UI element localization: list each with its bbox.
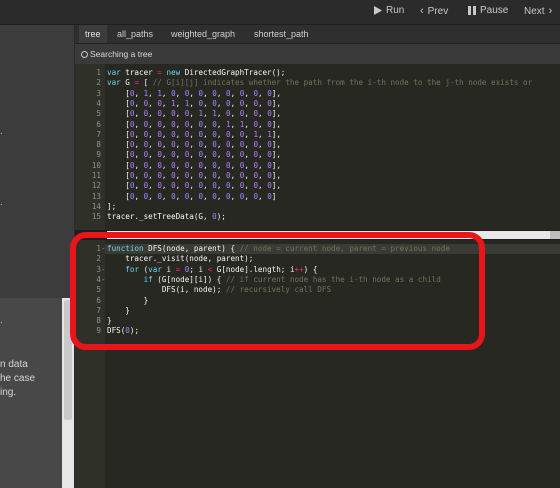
left-panel-marker: . [0, 126, 3, 137]
code-text: [0, 0, 0, 0, 0, 0, 0, 0, 0, 0, 0], [107, 181, 281, 191]
code-line[interactable]: 6 [0, 0, 0, 0, 0, 0, 0, 1, 1, 0, 0], [75, 120, 560, 130]
pause-button[interactable]: Pause [468, 5, 508, 16]
code-line[interactable]: 11 [0, 0, 0, 0, 0, 0, 0, 0, 0, 0, 0], [75, 171, 560, 181]
code-line[interactable]: 3 [0, 1, 1, 0, 0, 0, 0, 0, 0, 0, 0], [75, 89, 560, 99]
description-line: ing. [0, 387, 17, 398]
play-icon [374, 6, 382, 15]
code-text: [0, 0, 0, 0, 0, 0, 0, 0, 0, 0, 0], [107, 140, 281, 150]
tab-weighted-graph[interactable]: weighted_graph [165, 25, 241, 43]
code-text: var tracer = new DirectedGraphTracer(); [107, 68, 286, 77]
code-line[interactable]: 5 [0, 0, 0, 0, 0, 1, 1, 0, 0, 0, 0], [75, 109, 560, 119]
code-line[interactable]: 1 var tracer = new DirectedGraphTracer(); [75, 68, 560, 78]
description-line: he case [0, 373, 36, 384]
code-line[interactable]: 10 [0, 0, 0, 0, 0, 0, 0, 0, 0, 0, 0], [75, 161, 560, 171]
pause-label: Pause [480, 5, 509, 16]
line-number: 13 [91, 191, 101, 201]
code-text: [0, 0, 0, 0, 0, 1, 1, 0, 0, 0, 0], [107, 109, 281, 119]
line-number: 5 [96, 109, 101, 119]
line-number: 2 [96, 78, 101, 88]
code-line[interactable]: 2 var G = [ // G[i][j] indicates whether … [75, 78, 560, 88]
code-text: [0, 0, 0, 0, 0, 0, 0, 0, 0, 0, 0], [107, 150, 281, 160]
code-text: [0, 0, 0, 0, 0, 0, 0, 0, 0, 1, 1], [107, 129, 281, 139]
status-text: Searching a tree [90, 49, 153, 59]
pause-icon [468, 6, 476, 15]
status-bar: Searching a tree [75, 44, 560, 64]
left-panel-marker: . [0, 315, 3, 326]
info-icon [81, 51, 88, 58]
line-number: 14 [91, 201, 101, 211]
code-line[interactable]: 8 [0, 0, 0, 0, 0, 0, 0, 0, 0, 0, 0], [75, 140, 560, 150]
data-editor[interactable]: 1 var tracer = new DirectedGraphTracer();… [75, 64, 560, 230]
run-label: Run [386, 5, 405, 16]
code-line[interactable]: 9 [0, 0, 0, 0, 0, 0, 0, 0, 0, 0, 0], [75, 150, 560, 160]
prev-button[interactable]: ‹ Prev [420, 5, 448, 17]
annotation-highlight-box [70, 232, 485, 350]
code-text: [0, 1, 1, 0, 0, 0, 0, 0, 0, 0, 0], [107, 88, 281, 98]
tab-tree[interactable]: tree [79, 25, 107, 43]
line-number: 7 [96, 129, 101, 139]
code-text: [0, 0, 0, 0, 0, 0, 0, 1, 1, 0, 0], [107, 119, 281, 129]
scrollbar-arrow[interactable] [550, 231, 560, 239]
code-text: [0, 0, 0, 0, 0, 0, 0, 0, 0, 0, 0] [107, 191, 277, 201]
line-number: 1 [96, 68, 101, 77]
code-text: [0, 0, 0, 0, 0, 0, 0, 0, 0, 0, 0], [107, 160, 281, 170]
line-number: 9 [96, 150, 101, 160]
next-button[interactable]: Next › [524, 5, 552, 17]
next-label: Next [524, 5, 545, 17]
code-line[interactable]: 15 tracer._setTreeData(G, 0); [75, 212, 560, 222]
line-number: 10 [91, 160, 101, 170]
line-number: 12 [91, 181, 101, 191]
code-text: [0, 0, 0, 0, 0, 0, 0, 0, 0, 0, 0], [107, 171, 281, 180]
code-text: tracer._setTreeData(G, 0); [107, 212, 226, 222]
prev-label: Prev [427, 5, 449, 17]
code-line[interactable]: 14]; [75, 202, 560, 212]
code-line[interactable]: 4 [0, 0, 0, 1, 1, 0, 0, 0, 0, 0, 0], [75, 99, 560, 109]
code-line[interactable]: 12 [0, 0, 0, 0, 0, 0, 0, 0, 0, 0, 0], [75, 181, 560, 191]
code-line[interactable]: 7 [0, 0, 0, 0, 0, 0, 0, 0, 0, 1, 1], [75, 130, 560, 140]
chevron-left-icon: ‹ [420, 5, 424, 17]
code-text: var G = [ // G[i][j] indicates whether t… [107, 78, 533, 88]
line-number: 15 [91, 212, 101, 222]
top-toolbar: Run ‹ Prev Pause Next › [0, 0, 560, 25]
tab-all-paths[interactable]: all_paths [111, 25, 159, 43]
left-panel-marker: . [0, 197, 3, 208]
line-number: 6 [96, 119, 101, 129]
example-tabs: tree all_paths weighted_graph shortest_p… [75, 25, 560, 44]
line-number: 4 [96, 98, 101, 108]
line-number: 8 [96, 140, 101, 150]
tab-shortest-path[interactable]: shortest_path [248, 25, 315, 43]
line-number: 11 [91, 171, 101, 180]
code-text: ]; [107, 201, 117, 211]
code-text: [0, 0, 0, 1, 1, 0, 0, 0, 0, 0, 0], [107, 98, 281, 108]
code-line[interactable]: 13 [0, 0, 0, 0, 0, 0, 0, 0, 0, 0, 0] [75, 192, 560, 202]
chevron-right-icon: › [548, 5, 553, 17]
description-line: n data [0, 359, 28, 370]
run-button[interactable]: Run [374, 5, 404, 16]
line-number: 3 [96, 88, 101, 98]
